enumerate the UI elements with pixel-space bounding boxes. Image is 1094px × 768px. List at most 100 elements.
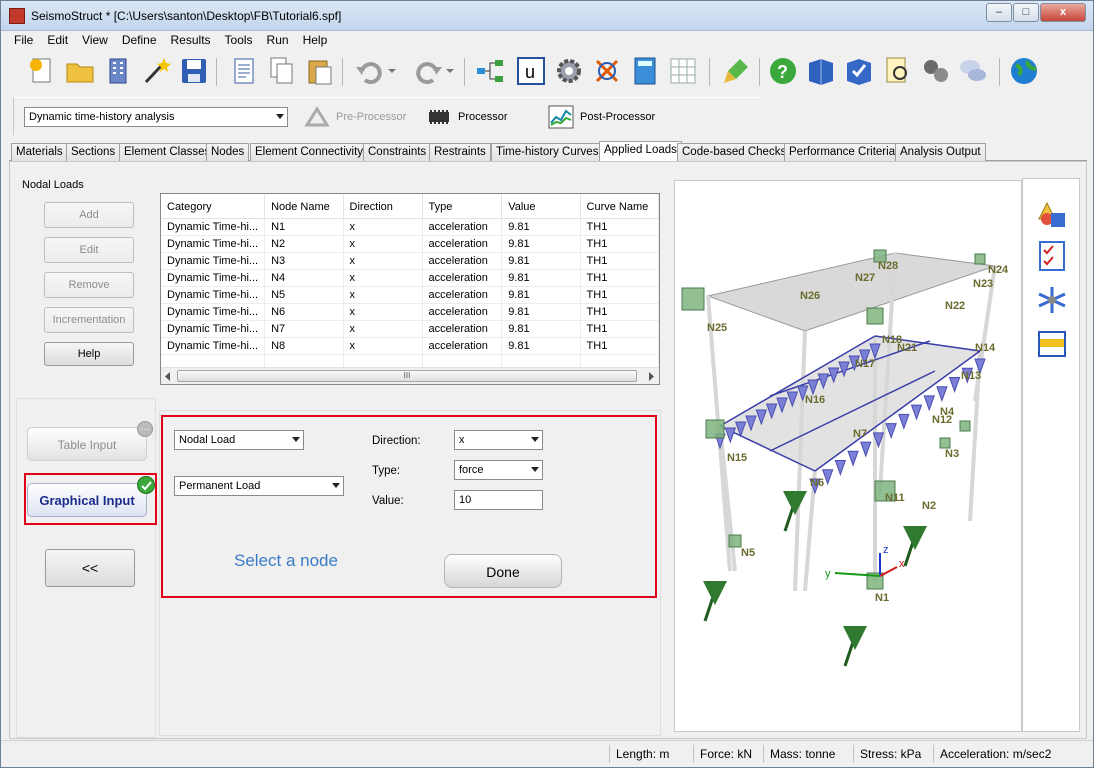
axes-gizmo-icon[interactable] (1035, 283, 1069, 317)
table-cell: 9.81 (501, 269, 581, 287)
table-cell: 9.81 (501, 218, 581, 236)
table-cell: Dynamic Time-hi... (161, 303, 266, 321)
calculator-icon[interactable] (629, 55, 661, 87)
pre-processor-label: Pre-Processor (336, 111, 407, 123)
brush-icon[interactable] (720, 55, 752, 87)
y-axis-label: y (825, 568, 831, 580)
menu-run[interactable]: Run (260, 31, 296, 47)
node-label: N13 (961, 370, 981, 382)
menu-help[interactable]: Help (296, 31, 335, 47)
table-row[interactable]: Dynamic Time-hi... N5 x acceleration 9.81 TH1 (161, 286, 659, 304)
tab-applied-loads[interactable]: Applied Loads (599, 141, 682, 162)
col-curve-name[interactable]: Curve Name (580, 194, 659, 219)
horizontal-scrollbar[interactable]: III (161, 367, 659, 384)
undo-dropdown-icon[interactable] (386, 55, 398, 87)
viewport-toolbar (1022, 178, 1080, 732)
model-check-icon[interactable] (591, 55, 623, 87)
save-icon[interactable] (178, 55, 210, 87)
table-row[interactable]: Dynamic Time-hi... N2 x acceleration 9.81 TH1 (161, 235, 659, 253)
menu-tools[interactable]: Tools (218, 31, 260, 47)
building-icon[interactable] (102, 55, 134, 87)
section-frame-icon[interactable] (1035, 327, 1069, 361)
video-tutorial-icon[interactable] (919, 55, 951, 87)
table-row[interactable]: Dynamic Time-hi... N8 x acceleration 9.81 TH1 (161, 337, 659, 355)
help-icon[interactable]: ? (767, 55, 799, 87)
add-button[interactable]: Add (44, 202, 134, 228)
svg-text:u: u (525, 62, 535, 82)
menu-view[interactable]: View (75, 31, 115, 47)
table-cell: N8 (264, 337, 344, 355)
collapse-back-button[interactable]: << (45, 549, 135, 587)
model-3d-viewport[interactable]: z x y N28 N27 N24 N23 N26 N22 N25 N18 N21 N14 N17 N13 N… (674, 180, 1022, 732)
tab-nodes[interactable]: Nodes (206, 143, 250, 161)
close-button[interactable]: x (1040, 3, 1086, 22)
search-docs-icon[interactable] (881, 55, 913, 87)
post-processor-button[interactable]: Post-Processor (546, 102, 655, 132)
status-bar: Length: m Force: kN Mass: tonne Stress: … (1, 740, 1093, 767)
tab-restraints[interactable]: Restraints (429, 143, 491, 161)
tab-element-connectivity[interactable]: Element Connectivity (250, 143, 369, 161)
redo-icon[interactable] (412, 55, 444, 87)
table-input-button[interactable]: Table Input (27, 427, 147, 461)
menu-file[interactable]: File (7, 31, 40, 47)
menu-define[interactable]: Define (115, 31, 164, 47)
post-processor-label: Post-Processor (580, 111, 656, 123)
tab-performance-criteria[interactable]: Performance Criteria (784, 143, 901, 161)
minimize-button[interactable]: – (986, 3, 1012, 22)
processor-button[interactable]: Processor (424, 102, 508, 132)
verification-book-icon[interactable] (843, 55, 875, 87)
units-u-icon[interactable]: u (515, 55, 547, 87)
table-row[interactable]: Dynamic Time-hi... N3 x acceleration 9.81 TH1 (161, 252, 659, 270)
checklist-icon[interactable] (1035, 239, 1069, 273)
remove-button[interactable]: Remove (44, 272, 134, 298)
open-folder-icon[interactable] (64, 55, 96, 87)
structure-model-drawing[interactable]: zxyN28N27N24N23N26N22N25N18N21 N14N17N13N… (675, 181, 1021, 731)
table-cell: N7 (264, 320, 344, 338)
menu-results[interactable]: Results (164, 31, 218, 47)
redo-dropdown-icon[interactable] (444, 55, 456, 87)
col-type[interactable]: Type (422, 194, 503, 219)
manual-book-icon[interactable] (805, 55, 837, 87)
copy-icon[interactable] (266, 55, 298, 87)
tab-analysis-output[interactable]: Analysis Output (895, 143, 986, 161)
help-button[interactable]: Help (44, 342, 134, 366)
table-row[interactable]: Dynamic Time-hi... N6 x acceleration 9.81 TH1 (161, 303, 659, 321)
wizard-icon[interactable] (140, 55, 172, 87)
tab-materials[interactable]: Materials (11, 143, 68, 161)
table-cell: N4 (264, 269, 344, 287)
load-arrow-icon (923, 395, 935, 412)
table-row[interactable]: Dynamic Time-hi... N4 x acceleration 9.81 TH1 (161, 269, 659, 287)
analysis-type-select[interactable]: Dynamic time-history analysis (24, 107, 288, 127)
tab-time-history-curves[interactable]: Time-history Curves (491, 143, 604, 161)
table-cell: x (343, 269, 423, 287)
edit-button[interactable]: Edit (44, 237, 134, 263)
shapes-icon[interactable] (1035, 197, 1069, 231)
load-arrow-icon (834, 460, 847, 477)
gear-icon[interactable] (553, 55, 585, 87)
tab-sections[interactable]: Sections (66, 143, 121, 161)
website-globe-icon[interactable] (1008, 55, 1040, 87)
tab-code-based-checks[interactable]: Code-based Checks (677, 143, 792, 161)
col-category[interactable]: Category (161, 194, 266, 219)
table-row[interactable]: Dynamic Time-hi... N7 x acceleration 9.81 TH1 (161, 320, 659, 338)
col-direction[interactable]: Direction (343, 194, 423, 219)
grid-table-icon[interactable] (667, 55, 699, 87)
col-value[interactable]: Value (501, 194, 581, 219)
paste-icon[interactable] (304, 55, 336, 87)
scroll-thumb[interactable]: III (177, 370, 637, 382)
new-file-icon[interactable] (26, 55, 58, 87)
undo-icon[interactable] (354, 55, 386, 87)
maximize-button[interactable]: □ (1013, 3, 1039, 22)
forum-chat-icon[interactable] (957, 55, 989, 87)
menu-edit[interactable]: Edit (40, 31, 75, 47)
report-icon[interactable] (228, 55, 260, 87)
input-mode-panel: Table Input … Graphical Input << (16, 398, 156, 738)
tab-constraints[interactable]: Constraints (363, 143, 432, 161)
tab-element-classes[interactable]: Element Classes (119, 143, 216, 161)
pre-processor-button[interactable]: Pre-Processor (302, 102, 406, 132)
incrementation-button[interactable]: Incrementation (44, 307, 134, 333)
tree-structure-icon[interactable] (474, 55, 506, 87)
table-row[interactable]: Dynamic Time-hi... N1 x acceleration 9.81 TH1 (161, 218, 659, 236)
node-label: N6 (810, 477, 824, 489)
col-node-name[interactable]: Node Name (264, 194, 344, 219)
